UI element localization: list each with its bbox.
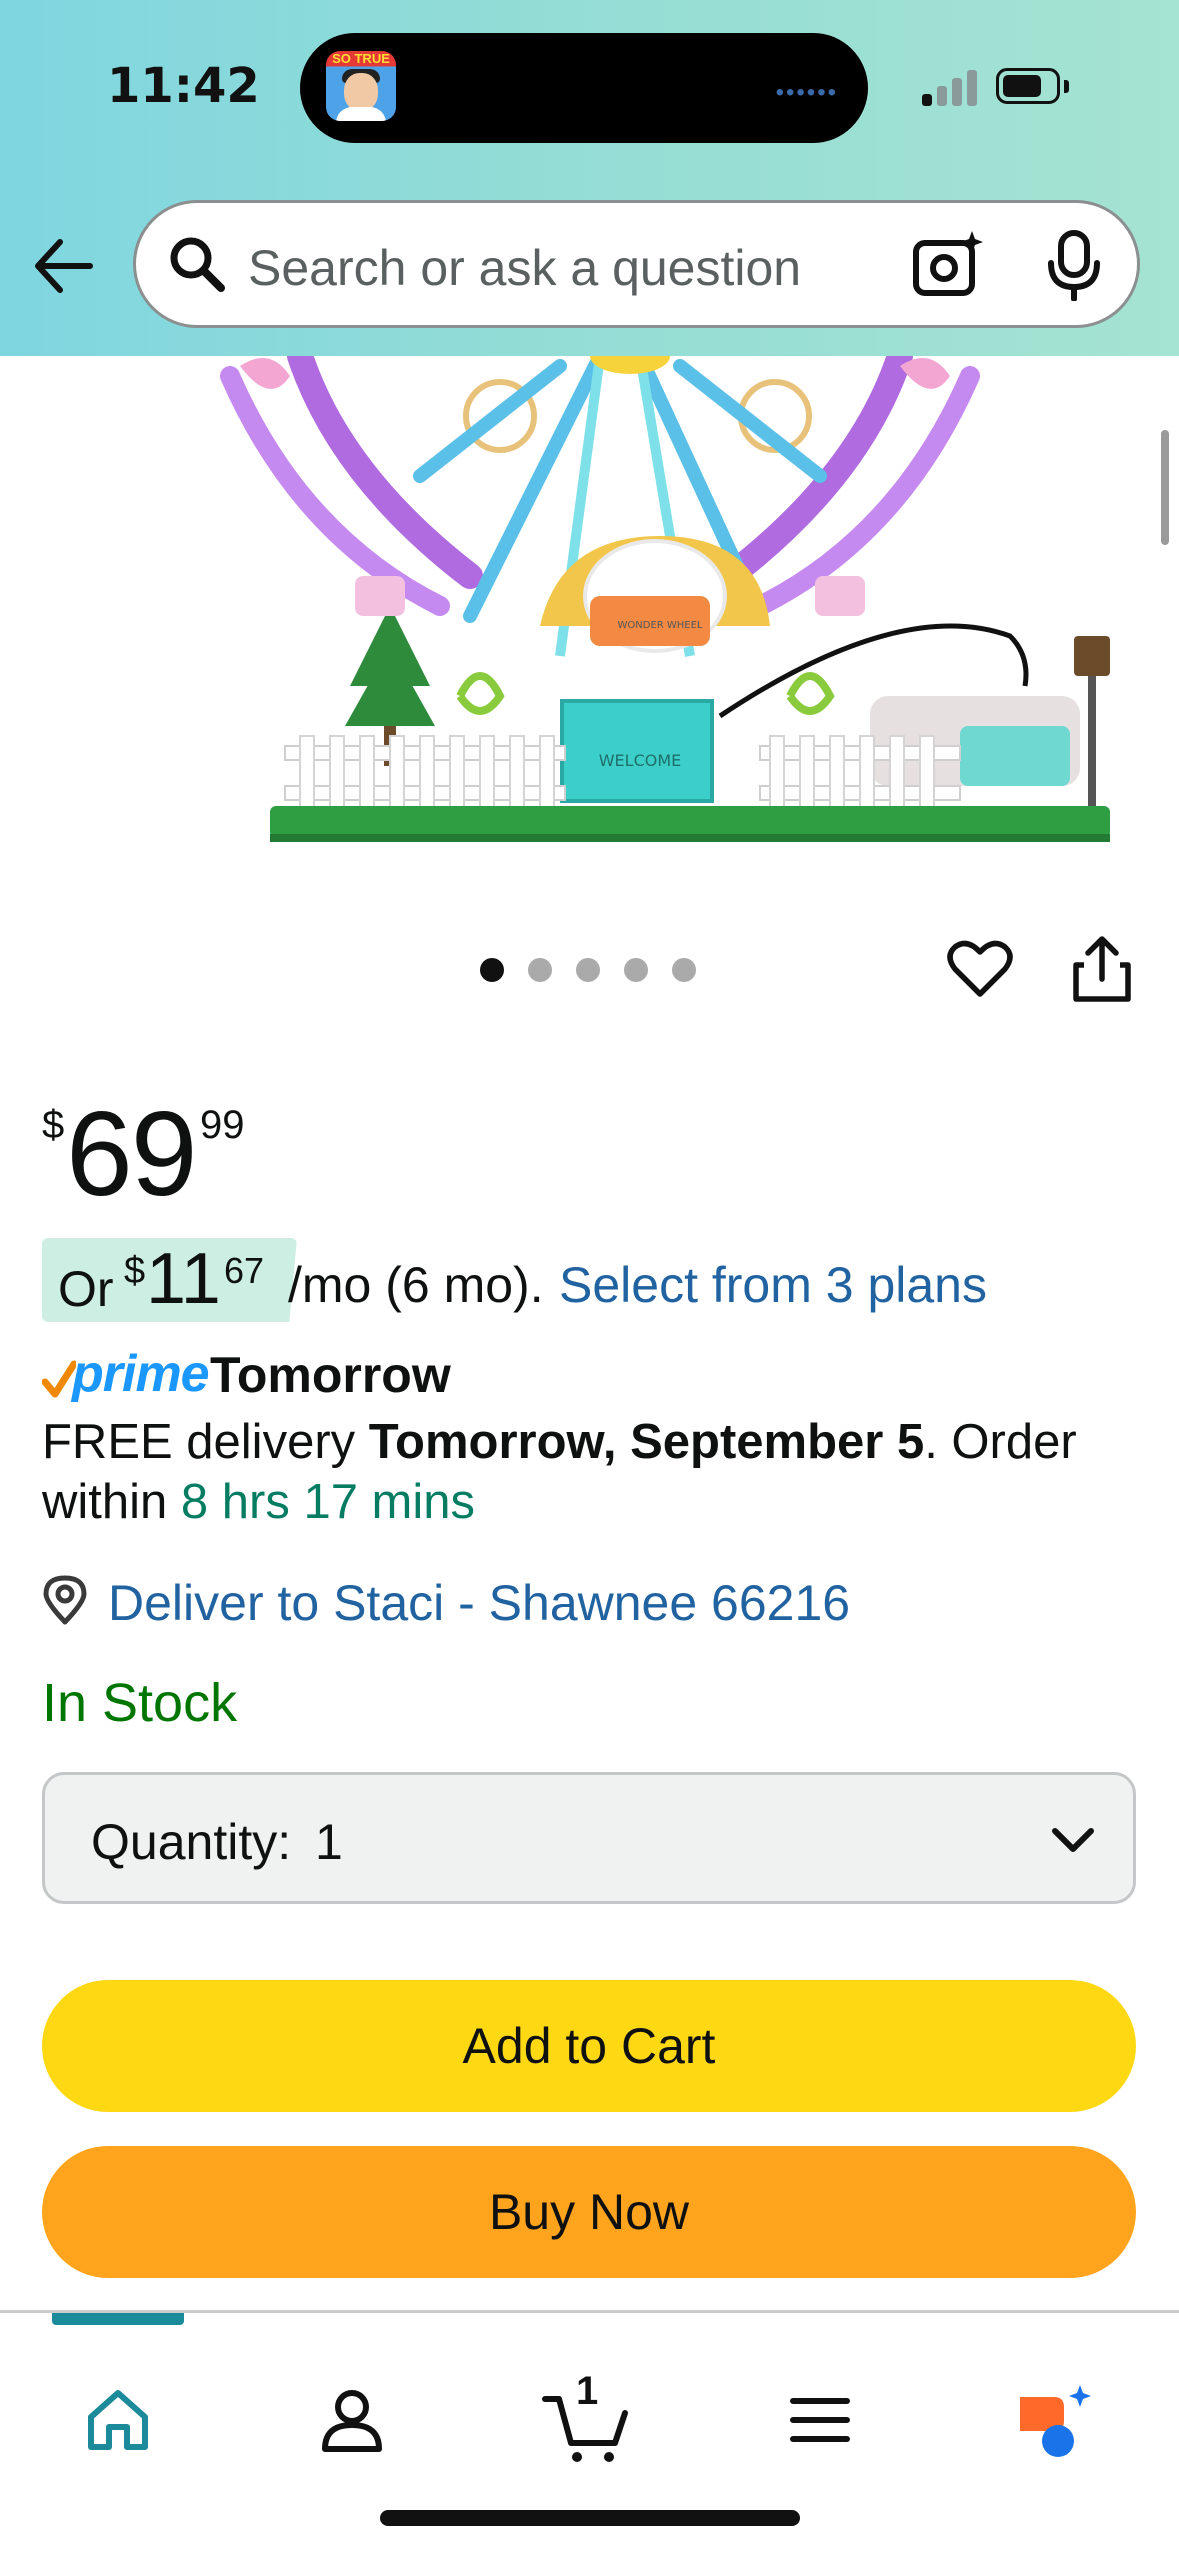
carousel-dot[interactable] — [672, 958, 696, 982]
avatar-face — [344, 73, 378, 111]
monthly-currency: $ — [124, 1250, 146, 1292]
carousel-dot[interactable] — [624, 958, 648, 982]
price-currency: $ — [42, 1103, 65, 1147]
quantity-value: 1 — [315, 1814, 343, 1870]
nav-menu[interactable] — [770, 2385, 870, 2485]
dynamic-island[interactable]: SO TRUE •••••• — [300, 33, 868, 143]
home-indicator-bar[interactable] — [380, 2510, 800, 2526]
monthly-fraction: 67 — [224, 1250, 265, 1291]
monthly-payment-offer: Or $ 11 67 /mo (6 mo). Select from 3 pla… — [42, 1238, 1142, 1322]
avatar-shirt — [336, 107, 386, 121]
prime-label: Tomorrow — [210, 1347, 451, 1403]
nav-active-indicator — [52, 2313, 184, 2325]
welcome-sign-text: WELCOME — [599, 751, 682, 770]
search-icon — [170, 237, 225, 292]
price-whole: 69 — [66, 1087, 197, 1221]
rufus-ai-icon — [1020, 2385, 1091, 2457]
quantity-select[interactable]: Quantity: 1 — [42, 1772, 1136, 1904]
nav-home[interactable] — [68, 2385, 168, 2485]
prime-check-icon — [42, 1360, 76, 1398]
price-fraction: 99 — [200, 1103, 245, 1147]
app-header: 11:42 SO TRUE •••••• Search or ask a que… — [0, 0, 1179, 356]
island-avatar-text: SO TRUE — [332, 51, 390, 66]
delivery-date: Tomorrow, September 5 — [368, 1415, 925, 1469]
quantity-label: Quantity: — [91, 1814, 292, 1870]
island-avatar: SO TRUE — [326, 51, 396, 121]
add-to-cart-button[interactable]: Add to Cart — [42, 1980, 1136, 2112]
wonder-wheel-badge: WONDER WHEEL — [618, 620, 703, 631]
delivery-info: FREE delivery Tomorrow, September 5. Ord… — [42, 1412, 1142, 1532]
microphone-icon[interactable] — [1041, 229, 1107, 301]
share-icon[interactable] — [1070, 935, 1134, 1003]
account-icon — [322, 2390, 382, 2452]
monthly-or: Or — [58, 1261, 114, 1317]
nav-cart[interactable]: 1 — [536, 2369, 636, 2485]
menu-icon — [790, 2398, 850, 2442]
audio-wave-icon: •••••• — [775, 79, 838, 106]
search-input[interactable]: Search or ask a question — [248, 239, 801, 297]
cellular-signal-icon — [922, 70, 982, 106]
monthly-term: /mo (6 mo). — [288, 1257, 544, 1313]
nav-rufus[interactable] — [1004, 2385, 1104, 2485]
chevron-down-icon — [1052, 1828, 1094, 1852]
camera-lens-icon[interactable] — [912, 229, 984, 301]
prime-logo: prime — [72, 1345, 210, 1403]
scroll-indicator[interactable] — [1161, 430, 1169, 545]
delivery-countdown: 8 hrs 17 mins — [180, 1475, 476, 1529]
carousel-dot[interactable] — [576, 958, 600, 982]
heart-icon[interactable] — [947, 938, 1013, 1000]
home-icon — [88, 2390, 148, 2450]
battery-cap — [1064, 80, 1069, 93]
carousel-dot[interactable] — [480, 958, 504, 982]
product-image[interactable]: WONDER WHEEL WELCOME — [0, 356, 1179, 876]
select-plans-link[interactable]: Select from 3 plans — [559, 1256, 987, 1314]
carousel-dot[interactable] — [528, 958, 552, 982]
delivery-prefix: FREE delivery — [42, 1415, 369, 1469]
monthly-whole: 11 — [146, 1239, 221, 1319]
stock-status: In Stock — [42, 1673, 238, 1733]
nav-account[interactable] — [302, 2385, 402, 2485]
location-text[interactable]: Deliver to Staci - Shawnee 66216 — [108, 1574, 850, 1632]
ferris-wheel-illustration: WONDER WHEEL WELCOME — [220, 356, 1110, 842]
search-bar[interactable]: Search or ask a question — [133, 200, 1140, 328]
back-arrow-icon[interactable] — [30, 226, 100, 306]
cart-count-badge: 1 — [576, 2369, 599, 2413]
status-time: 11:42 — [107, 58, 260, 114]
buy-now-button[interactable]: Buy Now — [42, 2146, 1136, 2278]
location-pin-icon — [43, 1575, 87, 1625]
battery-icon — [996, 68, 1060, 104]
